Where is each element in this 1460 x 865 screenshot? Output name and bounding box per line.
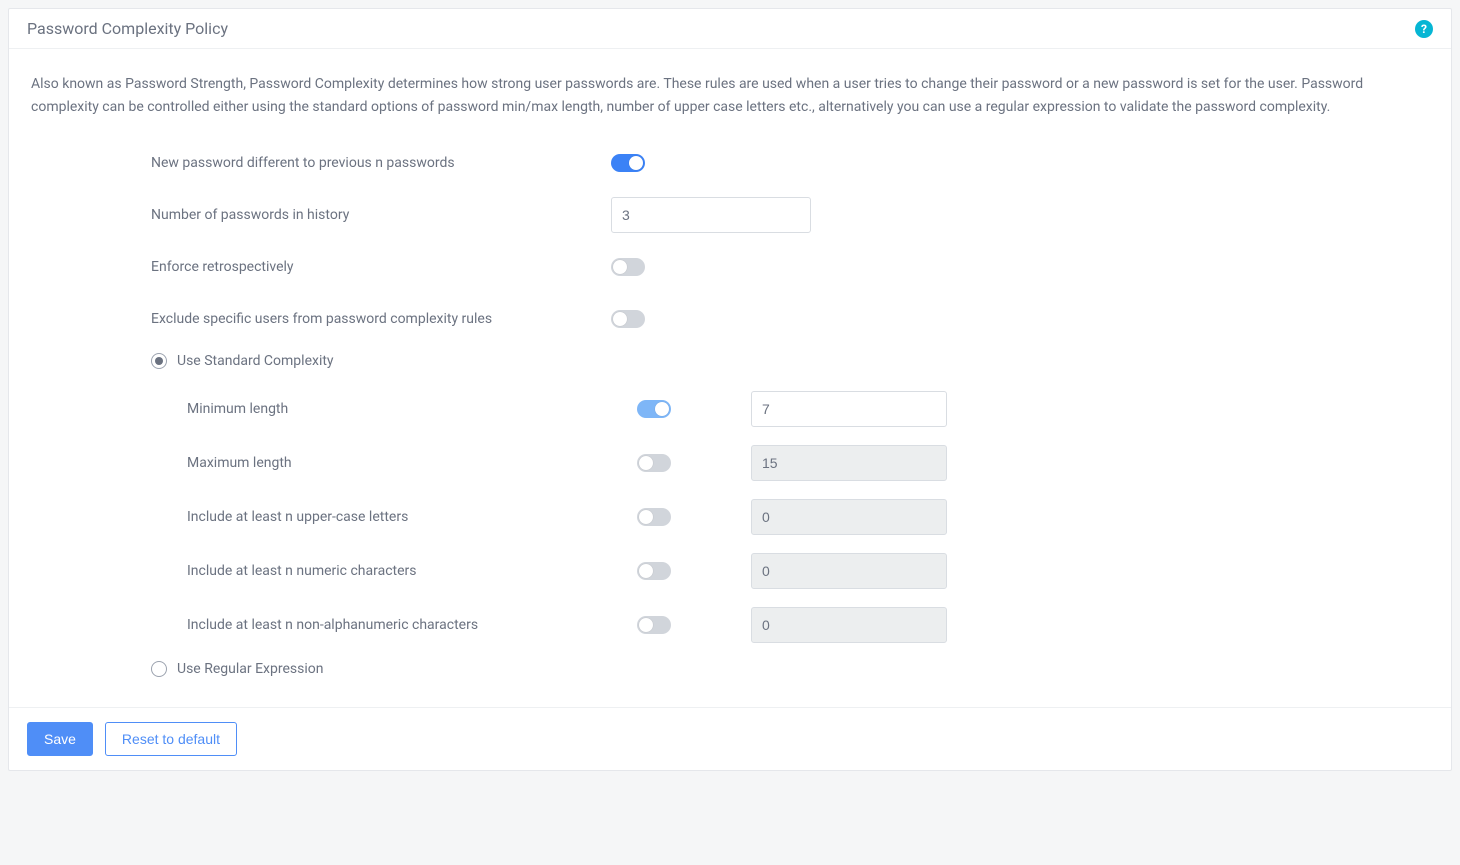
label-upper: Include at least n upper-case letters xyxy=(187,509,637,525)
password-policy-panel: Password Complexity Policy ? Also known … xyxy=(8,8,1452,771)
input-nonalnum[interactable] xyxy=(751,607,947,643)
label-min-len: Minimum length xyxy=(187,401,637,417)
row-nonalnum: Include at least n non-alphanumeric char… xyxy=(187,607,1429,643)
radio-regex-label: Use Regular Expression xyxy=(177,661,323,677)
row-min-len: Minimum length xyxy=(187,391,1429,427)
label-enforce-retro: Enforce retrospectively xyxy=(151,259,611,275)
toggle-upper[interactable] xyxy=(637,508,671,526)
toggle-enforce-retro[interactable] xyxy=(611,258,645,276)
row-history-count: Number of passwords in history xyxy=(151,197,1429,233)
panel-body: Also known as Password Strength, Passwor… xyxy=(9,49,1451,707)
page-title: Password Complexity Policy xyxy=(27,19,228,38)
panel-header: Password Complexity Policy ? xyxy=(9,9,1451,49)
label-max-len: Maximum length xyxy=(187,455,637,471)
radio-icon xyxy=(151,661,167,677)
row-enforce-retro: Enforce retrospectively xyxy=(151,249,1429,285)
input-max-len[interactable] xyxy=(751,445,947,481)
reset-button[interactable]: Reset to default xyxy=(105,722,237,756)
panel-footer: Save Reset to default xyxy=(9,707,1451,770)
save-button[interactable]: Save xyxy=(27,722,93,756)
help-icon[interactable]: ? xyxy=(1415,20,1433,38)
input-upper[interactable] xyxy=(751,499,947,535)
input-numeric[interactable] xyxy=(751,553,947,589)
label-history-count: Number of passwords in history xyxy=(151,207,611,223)
toggle-numeric[interactable] xyxy=(637,562,671,580)
radio-icon xyxy=(151,353,167,369)
form-area: New password different to previous n pas… xyxy=(31,145,1429,677)
label-exclude-users: Exclude specific users from password com… xyxy=(151,311,611,327)
label-diff-prev: New password different to previous n pas… xyxy=(151,155,611,171)
radio-regex[interactable]: Use Regular Expression xyxy=(151,661,1429,677)
input-history-count[interactable] xyxy=(611,197,811,233)
row-diff-prev: New password different to previous n pas… xyxy=(151,145,1429,181)
toggle-max-len[interactable] xyxy=(637,454,671,472)
row-numeric: Include at least n numeric characters xyxy=(187,553,1429,589)
label-nonalnum: Include at least n non-alphanumeric char… xyxy=(187,617,637,633)
toggle-exclude-users[interactable] xyxy=(611,310,645,328)
row-upper: Include at least n upper-case letters xyxy=(187,499,1429,535)
label-numeric: Include at least n numeric characters xyxy=(187,563,637,579)
radio-standard-label: Use Standard Complexity xyxy=(177,353,334,369)
standard-options: Minimum length Maximum length Include at… xyxy=(151,391,1429,643)
input-min-len[interactable] xyxy=(751,391,947,427)
radio-standard-complexity[interactable]: Use Standard Complexity xyxy=(151,353,1429,369)
row-max-len: Maximum length xyxy=(187,445,1429,481)
toggle-diff-prev[interactable] xyxy=(611,154,645,172)
description-text: Also known as Password Strength, Passwor… xyxy=(31,73,1429,119)
toggle-min-len[interactable] xyxy=(637,400,671,418)
row-exclude-users: Exclude specific users from password com… xyxy=(151,301,1429,337)
toggle-nonalnum[interactable] xyxy=(637,616,671,634)
